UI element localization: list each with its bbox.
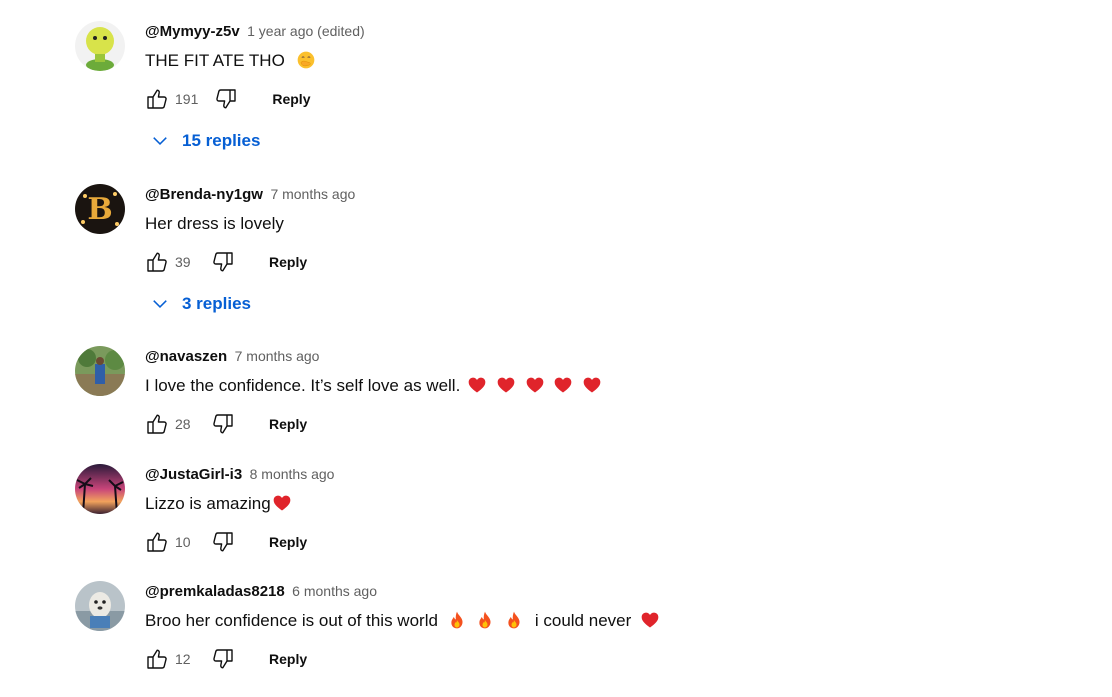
chevron-down-icon — [150, 131, 170, 151]
avatar[interactable] — [75, 581, 125, 631]
comment-body: @JustaGirl-i3 8 months ago Lizzo is amaz… — [145, 464, 1065, 556]
chevron-down-icon — [150, 294, 170, 314]
comment-actions: 191 Reply — [145, 85, 1065, 113]
comment-author[interactable]: @navaszen — [145, 348, 227, 365]
replies-count-label: 15 replies — [182, 131, 261, 150]
fire-icon — [475, 610, 495, 630]
view-replies-button[interactable]: 15 replies — [150, 127, 260, 155]
thumb-up-icon[interactable] — [145, 250, 169, 274]
red-heart-icon — [582, 375, 602, 395]
red-heart-icon — [525, 375, 545, 395]
thumb-down-icon[interactable] — [211, 647, 235, 671]
comment-text-content: i could never — [534, 611, 632, 630]
comment-header: @JustaGirl-i3 8 months ago — [145, 464, 1065, 484]
reply-button[interactable]: Reply — [269, 416, 307, 432]
comment-timestamp[interactable]: 7 months ago — [235, 348, 320, 364]
thumb-down-icon[interactable] — [214, 87, 238, 111]
comment-author[interactable]: @Mymyy-z5v — [145, 23, 240, 40]
comment-header: @Mymyy-z5v 1 year ago (edited) — [145, 21, 1065, 41]
reply-button[interactable]: Reply — [269, 534, 307, 550]
comment-actions: 12 Reply — [145, 645, 1065, 673]
face-with-hand-over-mouth-icon — [296, 50, 316, 70]
replies-count-label: 3 replies — [182, 294, 251, 313]
comment-text-content: THE FIT ATE THO — [145, 51, 285, 70]
reply-button[interactable]: Reply — [272, 91, 310, 107]
red-heart-icon — [553, 375, 573, 395]
red-heart-icon — [467, 375, 487, 395]
thumb-up-icon[interactable] — [145, 530, 169, 554]
comment-actions: 28 Reply — [145, 410, 1065, 438]
thumb-down-icon[interactable] — [211, 530, 235, 554]
comment-body: @Mymyy-z5v 1 year ago (edited) THE FIT A… — [145, 21, 1065, 113]
thumb-down-icon[interactable] — [211, 250, 235, 274]
thumb-up-icon[interactable] — [145, 412, 169, 436]
like-count: 191 — [175, 91, 199, 107]
comment-header: @navaszen 7 months ago — [145, 346, 1065, 366]
red-heart-icon — [272, 493, 292, 513]
comment-timestamp[interactable]: 7 months ago — [270, 186, 355, 202]
comment-body: @premkaladas8218 6 months ago Broo her c… — [145, 581, 1065, 673]
red-heart-icon — [640, 610, 660, 630]
thumb-down-icon[interactable] — [211, 412, 235, 436]
comment-text-content: Broo her confidence is out of this world — [145, 611, 438, 630]
fire-icon — [504, 610, 524, 630]
comment-text-content: Lizzo is amazing — [145, 494, 271, 513]
comment-actions: 10 Reply — [145, 528, 1065, 556]
avatar[interactable] — [75, 464, 125, 514]
avatar[interactable] — [75, 21, 125, 71]
comment-text-content: Her dress is lovely — [145, 214, 284, 233]
like-count: 12 — [175, 651, 191, 667]
comment-timestamp[interactable]: 8 months ago — [250, 466, 335, 482]
comment-text: I love the confidence. It’s self love as… — [145, 375, 1065, 397]
comment-text: Broo her confidence is out of this world… — [145, 610, 1065, 632]
red-heart-icon — [496, 375, 516, 395]
comment-text: Lizzo is amazing — [145, 493, 1065, 515]
reply-button[interactable]: Reply — [269, 254, 307, 270]
thumb-up-icon[interactable] — [145, 87, 169, 111]
comment-author[interactable]: @premkaladas8218 — [145, 583, 285, 600]
thumb-up-icon[interactable] — [145, 647, 169, 671]
like-count: 28 — [175, 416, 191, 432]
view-replies-button[interactable]: 3 replies — [150, 290, 251, 318]
comment-text: Her dress is lovely — [145, 213, 1065, 235]
svg-text:B: B — [87, 192, 112, 227]
like-count: 39 — [175, 254, 191, 270]
comment-timestamp[interactable]: 1 year ago (edited) — [247, 23, 365, 39]
comment-body: @Brenda-ny1gw 7 months ago Her dress is … — [145, 184, 1065, 276]
comment-author[interactable]: @Brenda-ny1gw — [145, 186, 263, 203]
fire-icon — [447, 610, 467, 630]
avatar[interactable]: B — [75, 184, 125, 234]
comment-text: THE FIT ATE THO — [145, 50, 1065, 72]
comment-actions: 39 Reply — [145, 248, 1065, 276]
like-count: 10 — [175, 534, 191, 550]
comment-body: @navaszen 7 months ago I love the confid… — [145, 346, 1065, 438]
comment-author[interactable]: @JustaGirl-i3 — [145, 466, 242, 483]
comment-timestamp[interactable]: 6 months ago — [292, 583, 377, 599]
comments-section: @Mymyy-z5v 1 year ago (edited) THE FIT A… — [0, 0, 1112, 697]
avatar[interactable] — [75, 346, 125, 396]
comment-text-content: I love the confidence. It’s self love as… — [145, 376, 461, 395]
comment-header: @Brenda-ny1gw 7 months ago — [145, 184, 1065, 204]
comment-header: @premkaladas8218 6 months ago — [145, 581, 1065, 601]
reply-button[interactable]: Reply — [269, 651, 307, 667]
